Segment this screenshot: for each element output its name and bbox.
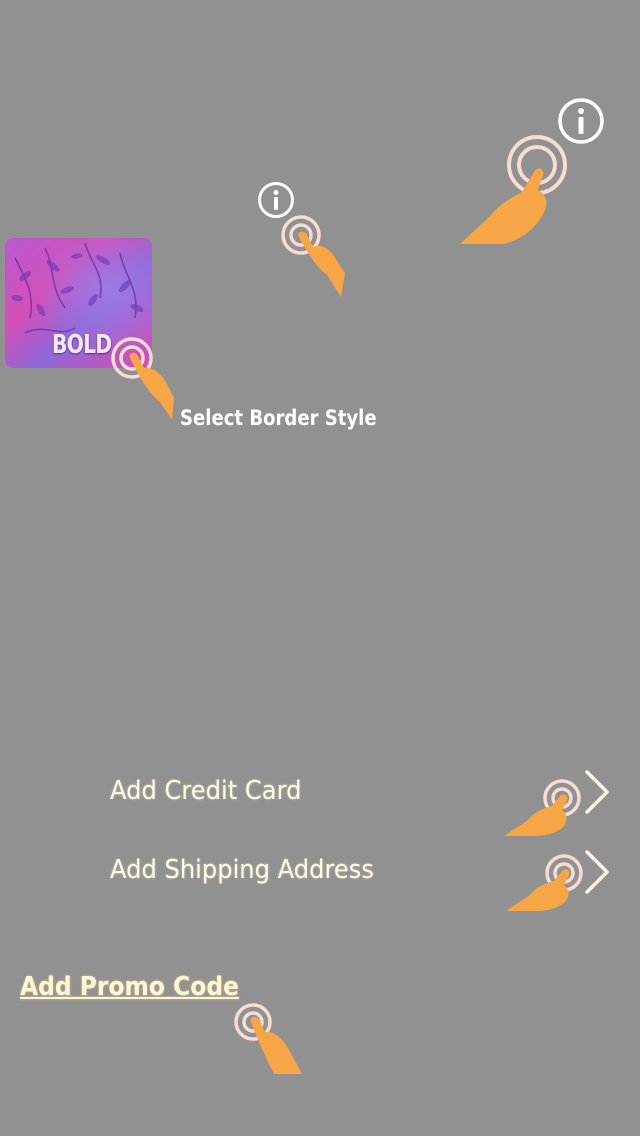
tap-hand-icon	[504, 779, 581, 836]
select-border-style-hint: Select Border Style	[180, 406, 377, 430]
info-icon[interactable]	[257, 181, 295, 219]
tap-hand-icon	[460, 135, 567, 244]
tap-hand-icon	[506, 854, 583, 911]
tap-hand-icon	[281, 215, 345, 297]
add-shipping-address-label: Add Shipping Address	[110, 855, 374, 885]
chevron-right-icon[interactable]	[582, 768, 612, 816]
add-credit-card-label: Add Credit Card	[110, 776, 302, 806]
tap-hand-icon	[234, 1003, 302, 1074]
thumbnail-label: BOLD	[52, 330, 112, 360]
add-promo-code-link[interactable]: Add Promo Code	[20, 972, 239, 1002]
tap-hand-icon	[111, 337, 174, 420]
